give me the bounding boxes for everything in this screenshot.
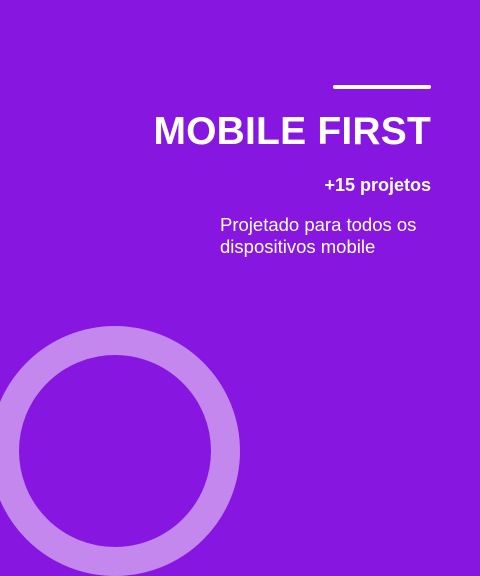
accent-divider <box>333 85 431 89</box>
project-count: +15 projetos <box>324 175 431 195</box>
decorative-ring <box>0 326 240 576</box>
page-title: MOBILE FIRST <box>153 110 431 153</box>
description: Projetado para todos os dispositivos mob… <box>220 214 417 257</box>
